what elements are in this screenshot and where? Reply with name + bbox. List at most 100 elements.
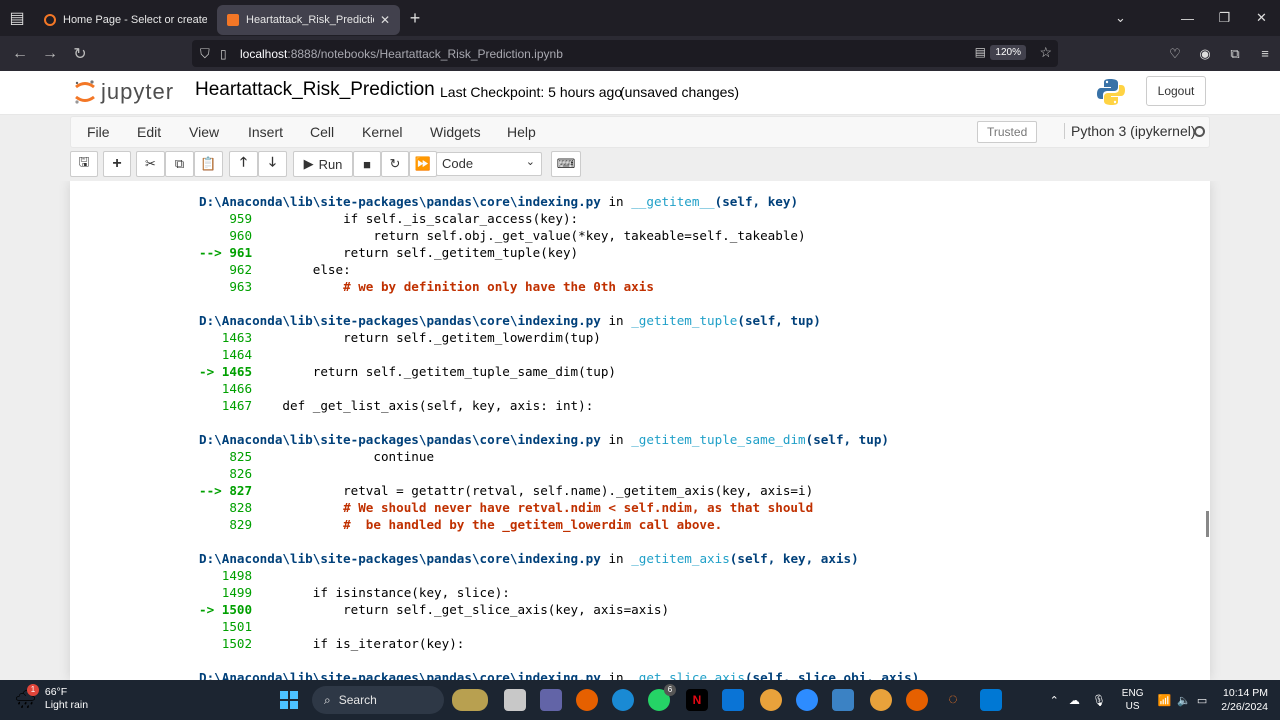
browser-tab-notebook[interactable]: Heartattack_Risk_Prediction - Ju ✕ <box>217 4 400 35</box>
restore-icon[interactable]: ❐ <box>1206 10 1243 26</box>
back-icon[interactable]: ← <box>5 45 35 63</box>
url-bar[interactable]: ⛉ ▯ localhost:8888/notebooks/Heartattack… <box>192 40 1058 67</box>
notebook-container: D:\Anaconda\lib\site-packages\pandas\cor… <box>70 181 1210 680</box>
move-down-icon[interactable]: 🡓 <box>258 151 287 177</box>
weather-widget[interactable]: 🌧 1 66°F Light rain <box>14 684 88 712</box>
restart-icon[interactable]: ↻ <box>381 151 409 177</box>
shield-icon[interactable]: ⛉ <box>200 46 220 62</box>
logout-button[interactable]: Logout <box>1146 76 1206 106</box>
copy-icon[interactable]: ⧉ <box>165 151 194 177</box>
chrome-icon[interactable] <box>760 689 782 711</box>
volume-icon[interactable]: 🔈 <box>1177 694 1191 707</box>
account-icon[interactable]: ◉ <box>1190 46 1220 62</box>
run-button[interactable]: ▶ Run <box>293 151 353 177</box>
task-view-icon[interactable] <box>504 689 526 711</box>
cell-type-select[interactable]: Code ⌄ <box>436 152 542 176</box>
menu-edit[interactable]: Edit <box>137 124 161 140</box>
traceback-line: -> 1465 return self._getitem_tuple_same_… <box>199 363 919 380</box>
firefox-icon[interactable] <box>576 689 598 711</box>
traceback-line: D:\Anaconda\lib\site-packages\pandas\cor… <box>199 550 919 567</box>
minimize-icon[interactable]: — <box>1169 11 1206 26</box>
chevron-up-icon[interactable]: ⌃ <box>1050 694 1059 707</box>
stop-icon[interactable]: ■ <box>353 151 381 177</box>
menu-cell[interactable]: Cell <box>310 124 334 140</box>
language-indicator[interactable]: ENG US <box>1122 687 1144 713</box>
cut-icon[interactable]: ✂ <box>136 151 165 177</box>
browser-nav-bar: ← → ↻ ⛉ ▯ localhost:8888/notebooks/Heart… <box>0 36 1280 71</box>
lang-code: ENG <box>1121 688 1144 699</box>
reload-icon[interactable]: ↻ <box>65 44 95 64</box>
windows-start-icon[interactable] <box>278 689 300 711</box>
menu-icon[interactable]: ≡ <box>1250 46 1280 61</box>
onedrive-icon[interactable]: ☁ <box>1069 694 1080 707</box>
page-info-icon[interactable]: ▯ <box>220 47 240 61</box>
keyboard-icon[interactable]: ⌨ <box>551 151 581 177</box>
taskbar-search[interactable]: ⌕ Search <box>312 686 444 714</box>
traceback-line: 1464 <box>199 346 919 363</box>
scrollbar-thumb[interactable] <box>1206 511 1209 537</box>
taskbar-clock[interactable]: 10:14 PM 2/26/2024 <box>1221 686 1280 714</box>
vscode-icon[interactable] <box>980 689 1002 711</box>
code-text: else: <box>252 262 351 277</box>
move-up-icon[interactable]: 🡑 <box>229 151 258 177</box>
chevron-down-icon[interactable]: ⌄ <box>1102 10 1139 26</box>
kernel-status-icon <box>1194 126 1205 137</box>
paint-icon[interactable] <box>832 689 854 711</box>
reader-view-icon[interactable]: ▤ <box>975 45 986 59</box>
firefox-active-icon[interactable] <box>906 689 928 711</box>
menu-file[interactable]: File <box>87 124 110 140</box>
weather-badge: 1 <box>27 684 39 696</box>
jupyter-logo[interactable]: jupyter <box>74 78 174 106</box>
traceback-args: (self, tup) <box>805 432 890 447</box>
store-icon[interactable] <box>722 689 744 711</box>
forward-icon[interactable]: → <box>35 45 65 63</box>
save-icon[interactable]: 🖫 <box>70 151 98 177</box>
traceback-in: in <box>608 551 624 566</box>
code-text: def _get_list_axis(self, key, axis: int)… <box>252 398 594 413</box>
edge-icon[interactable] <box>612 689 634 711</box>
close-tab-icon[interactable]: ✕ <box>380 13 390 27</box>
extensions-icon[interactable]: ⧉ <box>1220 46 1250 62</box>
traceback-line: 962 else: <box>199 261 919 278</box>
line-number: 826 <box>199 466 253 481</box>
chrome-profile-icon[interactable] <box>870 689 892 711</box>
code-text: # We should never have retval.ndim < sel… <box>252 500 814 515</box>
new-tab-icon[interactable]: + <box>400 8 430 29</box>
zoom-level[interactable]: 120% <box>990 45 1026 60</box>
notebook-favicon-icon <box>227 13 239 26</box>
kernel-name[interactable]: Python 3 (ipykernel) <box>1064 123 1196 139</box>
line-number: 1467 <box>199 398 253 413</box>
insert-cell-icon[interactable]: + <box>103 151 131 177</box>
traceback-line: 825 continue <box>199 448 919 465</box>
teams-icon[interactable] <box>540 689 562 711</box>
url-path: :8888/notebooks/Heartattack_Risk_Predict… <box>287 46 563 61</box>
trusted-indicator[interactable]: Trusted <box>977 121 1038 143</box>
browser-tab-home[interactable]: Home Page - Select or create a <box>34 5 217 35</box>
menu-help[interactable]: Help <box>507 124 536 140</box>
menu-kernel[interactable]: Kernel <box>362 124 402 140</box>
traceback-line <box>199 533 919 550</box>
pocket-icon[interactable]: ♡ <box>1160 46 1190 62</box>
menu-insert[interactable]: Insert <box>248 124 283 140</box>
netflix-icon[interactable]: N <box>686 689 708 711</box>
zoom-icon[interactable] <box>796 689 818 711</box>
paste-icon[interactable]: 📋 <box>194 151 223 177</box>
notebook-name[interactable]: Heartattack_Risk_Prediction <box>195 79 435 101</box>
whatsapp-icon[interactable]: 6 <box>648 684 676 711</box>
tab-list-icon[interactable]: ▤ <box>0 0 34 36</box>
fast-forward-icon[interactable]: ⏩ <box>409 151 437 177</box>
microphone-icon[interactable]: 🎙 <box>1092 694 1106 707</box>
bookmark-star-icon[interactable]: ☆ <box>1039 44 1052 61</box>
menu-widgets[interactable]: Widgets <box>430 124 481 140</box>
traceback-line: 1498 <box>199 567 919 584</box>
line-number: 960 <box>199 228 253 243</box>
widget-food-icon[interactable] <box>452 689 488 711</box>
jupyter-app-icon[interactable]: ◌ <box>942 689 964 711</box>
wifi-icon[interactable]: 📶 <box>1157 694 1171 707</box>
traceback-line <box>199 652 919 669</box>
menu-view[interactable]: View <box>189 124 219 140</box>
traceback-args: (self, key, axis) <box>729 551 859 566</box>
close-window-icon[interactable]: ✕ <box>1243 10 1280 26</box>
battery-icon[interactable]: ▭ <box>1197 694 1207 707</box>
traceback-line: D:\Anaconda\lib\site-packages\pandas\cor… <box>199 312 919 329</box>
